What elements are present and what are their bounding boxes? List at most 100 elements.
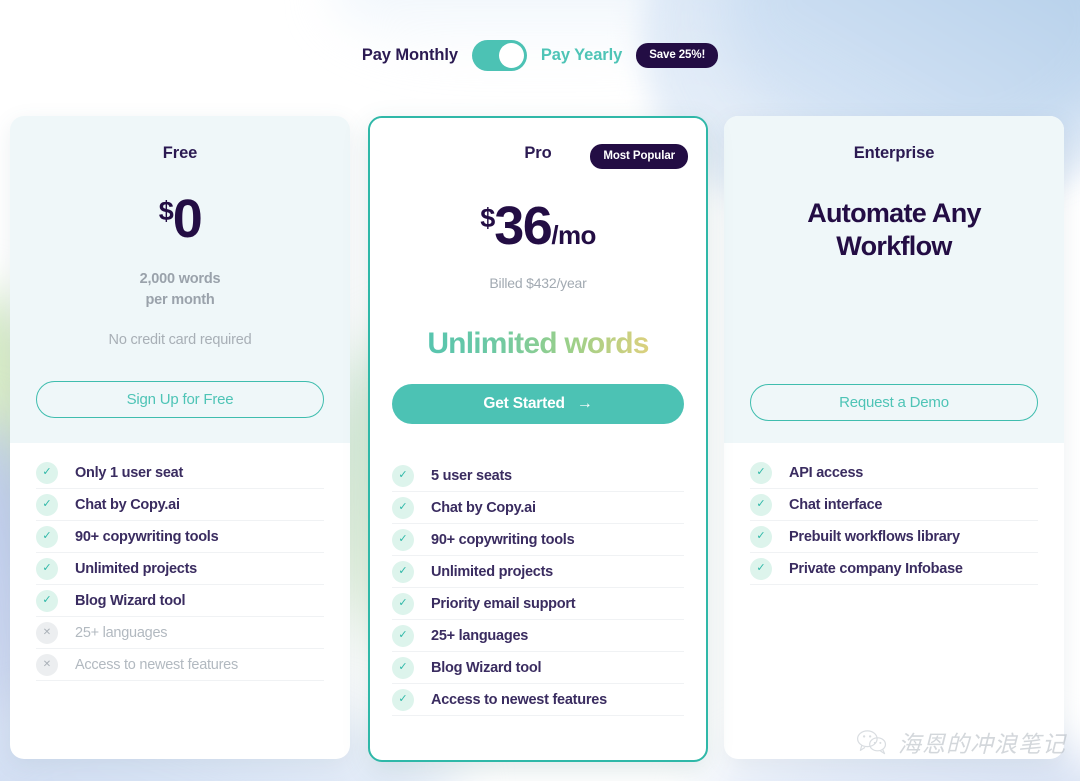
check-icon: ✓	[750, 493, 772, 516]
pricing-card-free: Free $0 2,000 words per month No credit …	[10, 116, 350, 759]
check-icon: ✓	[36, 493, 58, 516]
table-row: ✓ Unlimited projects	[392, 556, 684, 588]
feature-label: Only 1 user seat	[75, 464, 184, 481]
currency-symbol: $	[480, 203, 495, 233]
currency-symbol: $	[158, 196, 174, 226]
feature-label: Unlimited projects	[431, 563, 553, 580]
price-block-pro: $36/mo Billed $432/year	[396, 199, 680, 291]
price-amount: 0	[172, 189, 203, 249]
signup-free-label: Sign Up for Free	[126, 391, 234, 408]
feature-label: Prebuilt workflows library	[789, 528, 960, 545]
check-icon: ✓	[36, 589, 58, 612]
check-icon: ✓	[392, 688, 414, 711]
plan-name-enterprise: Enterprise	[853, 144, 935, 162]
feature-label: API access	[789, 464, 864, 481]
feature-label: Access to newest features	[75, 656, 238, 673]
feature-list-pro: ✓ 5 user seats ✓ Chat by Copy.ai ✓ 90+ c…	[370, 460, 706, 716]
feature-list-enterprise: ✓ API access ✓ Chat interface ✓ Prebuilt…	[724, 457, 1064, 585]
check-icon: ✓	[392, 592, 414, 615]
table-row: ✓ Priority email support	[392, 588, 684, 620]
feature-label: Chat interface	[789, 496, 883, 513]
plan-price-pro: $36/mo	[396, 199, 680, 253]
check-icon: ✓	[36, 557, 58, 580]
check-icon: ✓	[392, 496, 414, 519]
feature-list-free: ✓ Only 1 user seat ✓ Chat by Copy.ai ✓ 9…	[10, 457, 350, 681]
words-quota-line1: 2,000 words	[139, 271, 221, 287]
watermark-text: 海恩的冲浪笔记	[898, 732, 1066, 758]
toggle-switch-on-icon	[498, 43, 524, 68]
table-row: ✓ Unlimited projects	[36, 553, 324, 585]
words-quota-free: 2,000 words per month	[36, 269, 324, 310]
table-row: ✓ Only 1 user seat	[36, 457, 324, 489]
table-row: ✕ Access to newest features	[36, 649, 324, 681]
table-row: ✕ 25+ languages	[36, 617, 324, 649]
billing-period-toggle[interactable]: Pay Monthly Pay Yearly Save 25%!	[0, 40, 1080, 71]
feature-label: Blog Wizard tool	[75, 592, 186, 609]
no-credit-card-note: No credit card required	[108, 332, 252, 349]
feature-label: Priority email support	[431, 595, 576, 612]
plan-price-free: $0	[36, 192, 324, 246]
price-block-enterprise: Automate Any Workflow	[750, 197, 1038, 263]
request-demo-label: Request a Demo	[839, 394, 949, 411]
pricing-card-enterprise: Enterprise Automate Any Workflow Request…	[724, 116, 1064, 759]
table-row: ✓ 90+ copywriting tools	[36, 521, 324, 553]
table-row: ✓ Chat by Copy.ai	[36, 489, 324, 521]
check-icon: ✓	[392, 464, 414, 487]
check-icon: ✓	[36, 525, 58, 548]
price-period: /mo	[551, 220, 596, 250]
get-started-label: Get Started	[483, 395, 565, 412]
table-row: ✓ API access	[750, 457, 1038, 489]
table-row: ✓ Blog Wizard tool	[36, 585, 324, 617]
check-icon: ✓	[36, 461, 58, 484]
billed-yearly-note: Billed $432/year	[489, 275, 587, 291]
check-icon: ✓	[750, 461, 772, 484]
words-quota-line2: per month	[145, 291, 215, 308]
price-block-free: $0 2,000 words per month No credit card …	[36, 192, 324, 348]
pricing-card-pro: Pro Most Popular $36/mo Billed $432/year…	[368, 116, 708, 762]
pay-yearly-label[interactable]: Pay Yearly	[541, 46, 622, 65]
check-icon: ✓	[750, 525, 772, 548]
plan-headline-pro: Unlimited words	[396, 327, 680, 361]
status-badge: Most Popular	[590, 144, 688, 169]
wechat-bubble-icon	[857, 730, 887, 755]
feature-label: Access to newest features	[431, 691, 607, 708]
card-header-pro: Pro Most Popular $36/mo Billed $432/year…	[370, 118, 706, 445]
feature-label: 25+ languages	[431, 627, 529, 644]
card-header-enterprise: Enterprise Automate Any Workflow Request…	[724, 116, 1064, 443]
check-icon: ✓	[392, 656, 414, 679]
feature-label: 25+ languages	[75, 624, 168, 641]
feature-label: 90+ copywriting tools	[75, 528, 219, 545]
check-icon: ✓	[392, 624, 414, 647]
feature-label: 90+ copywriting tools	[431, 531, 575, 548]
signup-free-button[interactable]: Sign Up for Free	[36, 381, 324, 418]
feature-label: Chat by Copy.ai	[75, 496, 180, 513]
table-row: ✓ Chat interface	[750, 489, 1038, 521]
cross-icon: ✕	[36, 653, 58, 676]
get-started-button[interactable]: Get Started →	[392, 384, 684, 424]
watermark: 海恩的冲浪笔记	[856, 725, 1066, 759]
table-row: ✓ Blog Wizard tool	[392, 652, 684, 684]
price-amount: 36	[494, 196, 553, 256]
feature-label: Chat by Copy.ai	[431, 499, 536, 516]
feature-label: Private company Infobase	[789, 560, 963, 577]
pay-monthly-label[interactable]: Pay Monthly	[362, 46, 458, 65]
table-row: ✓ Access to newest features	[392, 684, 684, 716]
card-header-free: Free $0 2,000 words per month No credit …	[10, 116, 350, 443]
table-row: ✓ 5 user seats	[392, 460, 684, 492]
plan-headline-enterprise: Automate Any Workflow	[807, 198, 981, 261]
table-row: ✓ Prebuilt workflows library	[750, 521, 1038, 553]
arrow-right-icon: →	[576, 395, 593, 412]
feature-label: Blog Wizard tool	[431, 659, 542, 676]
table-row: ✓ 90+ copywriting tools	[392, 524, 684, 556]
save-discount-badge: Save 25%!	[636, 43, 719, 68]
table-row: ✓ Chat by Copy.ai	[392, 492, 684, 524]
request-demo-button[interactable]: Request a Demo	[750, 384, 1038, 421]
table-row: ✓ 25+ languages	[392, 620, 684, 652]
check-icon: ✓	[392, 528, 414, 551]
table-row: ✓ Private company Infobase	[750, 553, 1038, 585]
feature-label: Unlimited projects	[75, 560, 197, 577]
pricing-page: Pay Monthly Pay Yearly Save 25%! Free $0…	[0, 0, 1080, 781]
cross-icon: ✕	[36, 621, 58, 644]
plan-name-free: Free	[162, 144, 198, 162]
billing-toggle-switch[interactable]	[471, 40, 527, 71]
